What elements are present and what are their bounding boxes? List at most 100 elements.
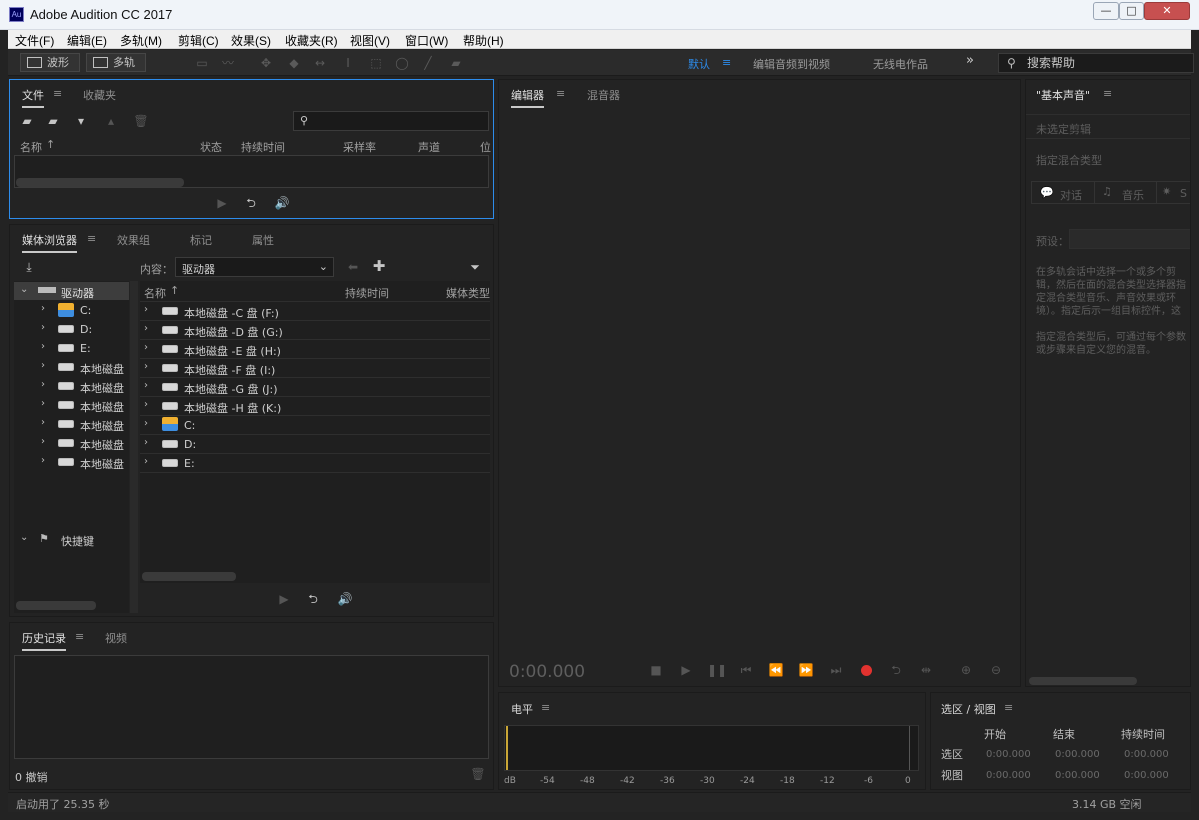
chevron-right-icon[interactable]: › bbox=[144, 456, 148, 467]
menu-window[interactable]: 窗口(W) bbox=[405, 32, 448, 49]
back-arrow-icon[interactable]: ⬅ bbox=[344, 259, 362, 275]
view-start[interactable]: 0:00.000 bbox=[986, 770, 1031, 781]
open-file-icon[interactable]: ▰ bbox=[18, 113, 36, 129]
tree-item[interactable]: › 本地磁盘 bbox=[14, 415, 129, 433]
tab-effects-group[interactable]: 效果组 bbox=[117, 232, 150, 248]
history-delete-icon[interactable]: 🗑 bbox=[469, 766, 487, 782]
skip-to-end-icon[interactable]: ⏭ bbox=[827, 662, 845, 678]
selection-start[interactable]: 0:00.000 bbox=[986, 749, 1031, 760]
tree-item[interactable]: › E: bbox=[14, 339, 129, 357]
chevron-right-icon[interactable]: › bbox=[41, 303, 45, 314]
stop-icon[interactable]: ■ bbox=[647, 662, 665, 678]
files-panel-menu-icon[interactable]: ≡ bbox=[53, 87, 62, 100]
chevron-right-icon[interactable]: › bbox=[41, 341, 45, 352]
tab-favorites[interactable]: 收藏夹 bbox=[83, 87, 116, 103]
add-shortcut-icon[interactable]: ✚ bbox=[370, 258, 388, 274]
col-duration[interactable]: 持续时间 bbox=[241, 139, 285, 155]
list-item[interactable]: › 本地磁盘 -E 盘 (H:) bbox=[140, 340, 490, 359]
selection-end[interactable]: 0:00.000 bbox=[1055, 749, 1100, 760]
more-workspaces-icon[interactable]: » bbox=[966, 53, 974, 68]
files-search-input[interactable]: ⚲ bbox=[293, 111, 489, 131]
marquee-tool-icon[interactable]: ⬚ bbox=[368, 56, 384, 70]
media-autoplay-icon[interactable]: 🔊 bbox=[336, 591, 354, 607]
tree-item[interactable]: › 本地磁盘 bbox=[14, 358, 129, 376]
content-dropdown[interactable]: 驱动器 ⌄ bbox=[175, 257, 334, 277]
delete-icon[interactable]: 🗑 bbox=[132, 113, 150, 129]
chevron-right-icon[interactable]: › bbox=[144, 342, 148, 353]
files-play-icon[interactable]: ▶ bbox=[213, 195, 231, 211]
tree-root-row[interactable]: ⌄ 驱动器 bbox=[14, 282, 129, 300]
tab-properties[interactable]: 属性 bbox=[252, 232, 274, 248]
time-selection-tool-icon[interactable]: I bbox=[340, 56, 356, 70]
files-autoplay-icon[interactable]: 🔊 bbox=[273, 195, 291, 211]
tree-item[interactable]: › 本地磁盘 bbox=[14, 396, 129, 414]
selection-duration[interactable]: 0:00.000 bbox=[1124, 749, 1169, 760]
media-col-name[interactable]: 名称 bbox=[144, 285, 166, 301]
menu-multitrack[interactable]: 多轨(M) bbox=[120, 32, 162, 49]
chevron-right-icon[interactable]: › bbox=[144, 437, 148, 448]
chevron-expanded-icon[interactable]: ⌄ bbox=[20, 532, 28, 543]
pause-icon[interactable]: ❚❚ bbox=[707, 662, 727, 678]
type-dialogue[interactable]: 对话 bbox=[1060, 187, 1082, 203]
workspace-edit-audio-to-video[interactable]: 编辑音频到视频 bbox=[753, 56, 830, 72]
workspace-menu-icon[interactable]: ≡ bbox=[722, 56, 731, 69]
type-music[interactable]: 音乐 bbox=[1122, 187, 1144, 203]
selection-view-title[interactable]: 选区 / 视图 bbox=[941, 701, 996, 717]
menu-edit[interactable]: 编辑(E) bbox=[67, 32, 107, 49]
tab-files[interactable]: 文件 bbox=[22, 87, 44, 108]
levels-title[interactable]: 电平 bbox=[511, 701, 533, 717]
files-horizontal-scrollbar[interactable] bbox=[16, 178, 184, 187]
skip-to-start-icon[interactable]: ⏮ bbox=[737, 662, 755, 678]
tree-splitter[interactable] bbox=[130, 281, 138, 613]
menu-effects[interactable]: 效果(S) bbox=[231, 32, 271, 49]
filter-icon[interactable]: ⏷ bbox=[466, 259, 484, 275]
type-sfx[interactable]: S bbox=[1180, 187, 1187, 200]
multitrack-button[interactable]: 多轨 bbox=[86, 53, 146, 72]
workspace-radio-production[interactable]: 无线电作品 bbox=[873, 56, 928, 72]
healing-tool-icon[interactable]: ▰ bbox=[448, 56, 464, 70]
move-tool-icon[interactable]: ✥ bbox=[258, 56, 274, 70]
tab-editor[interactable]: 编辑器 bbox=[511, 87, 544, 108]
tab-history[interactable]: 历史记录 bbox=[22, 630, 66, 651]
tab-mixer[interactable]: 混音器 bbox=[587, 87, 620, 103]
media-col-duration[interactable]: 持续时间 bbox=[345, 285, 389, 301]
skip-selection-icon[interactable]: ⇹ bbox=[917, 662, 935, 678]
slip-tool-icon[interactable]: ↔ bbox=[312, 56, 328, 70]
col-channels[interactable]: 声道 bbox=[418, 139, 440, 155]
loop-playback-icon[interactable]: ⮌ bbox=[887, 662, 905, 678]
menu-file[interactable]: 文件(F) bbox=[15, 32, 54, 49]
chevron-right-icon[interactable]: › bbox=[41, 379, 45, 390]
workspace-default[interactable]: 默认 bbox=[688, 56, 710, 72]
pitch-display-icon[interactable]: 〰 bbox=[220, 56, 236, 70]
files-loop-icon[interactable]: ⮌ bbox=[242, 195, 260, 211]
chevron-right-icon[interactable]: › bbox=[144, 418, 148, 429]
menu-help[interactable]: 帮助(H) bbox=[463, 32, 504, 49]
view-duration[interactable]: 0:00.000 bbox=[1124, 770, 1169, 781]
menu-view[interactable]: 视图(V) bbox=[350, 32, 390, 49]
zoom-in-amplitude-icon[interactable]: ⊕ bbox=[957, 662, 975, 678]
menu-clip[interactable]: 剪辑(C) bbox=[178, 32, 219, 49]
preset-dropdown[interactable] bbox=[1069, 229, 1190, 249]
tree-item[interactable]: › 本地磁盘 bbox=[14, 453, 129, 471]
waveform-button[interactable]: 波形 bbox=[20, 53, 80, 72]
lasso-tool-icon[interactable]: ◯ bbox=[394, 56, 410, 70]
list-item[interactable]: › C: bbox=[140, 416, 490, 435]
levels-menu-icon[interactable]: ≡ bbox=[541, 701, 550, 714]
media-loop-icon[interactable]: ⮌ bbox=[304, 591, 322, 607]
tree-item[interactable]: › C: bbox=[14, 301, 129, 319]
media-list[interactable]: 名称 ↑ 持续时间 媒体类型 › 本地磁盘 -C 盘 (F:) › 本地磁盘 -D 盘… bbox=[140, 281, 490, 583]
tab-media-browser[interactable]: 媒体浏览器 bbox=[22, 232, 77, 253]
mix-type-selector[interactable]: 💬 对话 ♫ 音乐 ✷ S bbox=[1031, 181, 1190, 204]
col-status[interactable]: 状态 bbox=[200, 139, 222, 155]
import-file-icon[interactable]: ▰ bbox=[44, 113, 62, 129]
play-icon[interactable]: ▶ bbox=[677, 662, 695, 678]
chevron-right-icon[interactable]: › bbox=[144, 323, 148, 334]
timecode-display[interactable]: 0:00.000 bbox=[509, 662, 585, 682]
drive-tree[interactable]: ⌄ 驱动器 › C: › D: › E: › 本地磁盘 › 本地磁盘 › 本地磁盘 › 本地磁盘 › 本地磁盘… bbox=[14, 281, 129, 613]
chevron-right-icon[interactable]: › bbox=[144, 304, 148, 315]
list-item[interactable]: › 本地磁盘 -H 盘 (K:) bbox=[140, 397, 490, 416]
chevron-right-icon[interactable]: › bbox=[144, 399, 148, 410]
history-list[interactable] bbox=[14, 655, 489, 759]
tree-horizontal-scrollbar[interactable] bbox=[16, 601, 96, 610]
rewind-icon[interactable]: ⏪ bbox=[767, 662, 785, 678]
